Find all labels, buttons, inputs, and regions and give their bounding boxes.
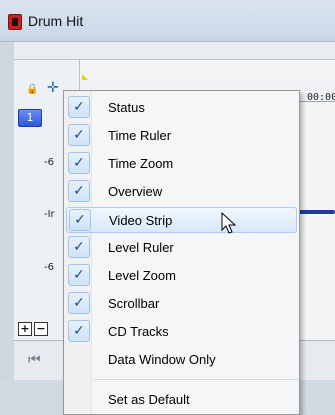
toolbar-strip — [14, 42, 335, 60]
menu-item-label: Status — [108, 100, 145, 115]
check-icon: ✓ — [68, 96, 90, 118]
menu-item-time-zoom[interactable]: ✓ Time Zoom — [66, 151, 297, 177]
zoom-in-button[interactable]: + — [18, 322, 32, 336]
menu-item-label: Level Ruler — [108, 240, 174, 255]
level-label: -6 — [44, 262, 54, 273]
check-icon: ✓ — [68, 236, 90, 258]
menu-item-label: Scrollbar — [108, 296, 160, 311]
app-icon — [8, 14, 22, 30]
track-number-button[interactable]: 1 — [18, 109, 42, 127]
mouse-pointer-icon — [221, 212, 237, 234]
menu-item-label: Overview — [108, 184, 163, 199]
title-bar: Drum Hit — [0, 0, 335, 42]
level-label: -6 — [44, 157, 54, 168]
check-icon: ✓ — [68, 292, 90, 314]
level-label: -Ir — [44, 209, 55, 220]
go-to-start-icon[interactable]: ⏮ — [28, 352, 41, 368]
menu-separator — [94, 379, 298, 380]
menu-item-scrollbar[interactable]: ✓ Scrollbar — [66, 291, 297, 317]
waveform — [298, 210, 335, 214]
menu-item-set-as-default[interactable]: Set as Default — [66, 387, 297, 413]
lock-icon[interactable]: 🔒 — [26, 84, 38, 96]
menu-item-label: Data Window Only — [108, 352, 216, 367]
menu-item-status[interactable]: ✓ Status — [66, 95, 297, 121]
menu-item-label: Level Zoom — [108, 268, 176, 283]
menu-item-label: Time Zoom — [108, 156, 174, 171]
check-icon: ✓ — [68, 264, 90, 286]
menu-item-data-window-only[interactable]: Data Window Only — [66, 347, 297, 373]
menu-item-cd-tracks[interactable]: ✓ CD Tracks — [66, 319, 297, 345]
check-icon: ✓ — [68, 124, 90, 146]
ruler-time-text: 00:00 — [307, 92, 335, 103]
playhead-marker[interactable] — [82, 74, 88, 80]
menu-item-label: Video Strip — [109, 213, 173, 228]
menu-item-time-ruler[interactable]: ✓ Time Ruler — [66, 123, 297, 149]
window-title: Drum Hit — [28, 13, 84, 29]
menu-item-level-zoom[interactable]: ✓ Level Zoom — [66, 263, 297, 289]
menu-item-label: Set as Default — [108, 392, 190, 407]
check-icon: ✓ — [68, 180, 90, 202]
menu-item-overview[interactable]: ✓ Overview — [66, 179, 297, 205]
check-icon: ✓ — [69, 209, 91, 231]
menu-item-level-ruler[interactable]: ✓ Level Ruler — [66, 235, 297, 261]
check-icon: ✓ — [68, 152, 90, 174]
menu-item-video-strip[interactable]: ✓ Video Strip — [66, 207, 297, 233]
menu-item-label: Time Ruler — [108, 128, 172, 143]
menu-item-label: CD Tracks — [108, 324, 169, 339]
zoom-out-button[interactable]: − — [34, 322, 48, 336]
check-icon: ✓ — [68, 320, 90, 342]
view-context-menu: ✓ Status ✓ Time Ruler ✓ Time Zoom ✓ Over… — [63, 90, 300, 415]
